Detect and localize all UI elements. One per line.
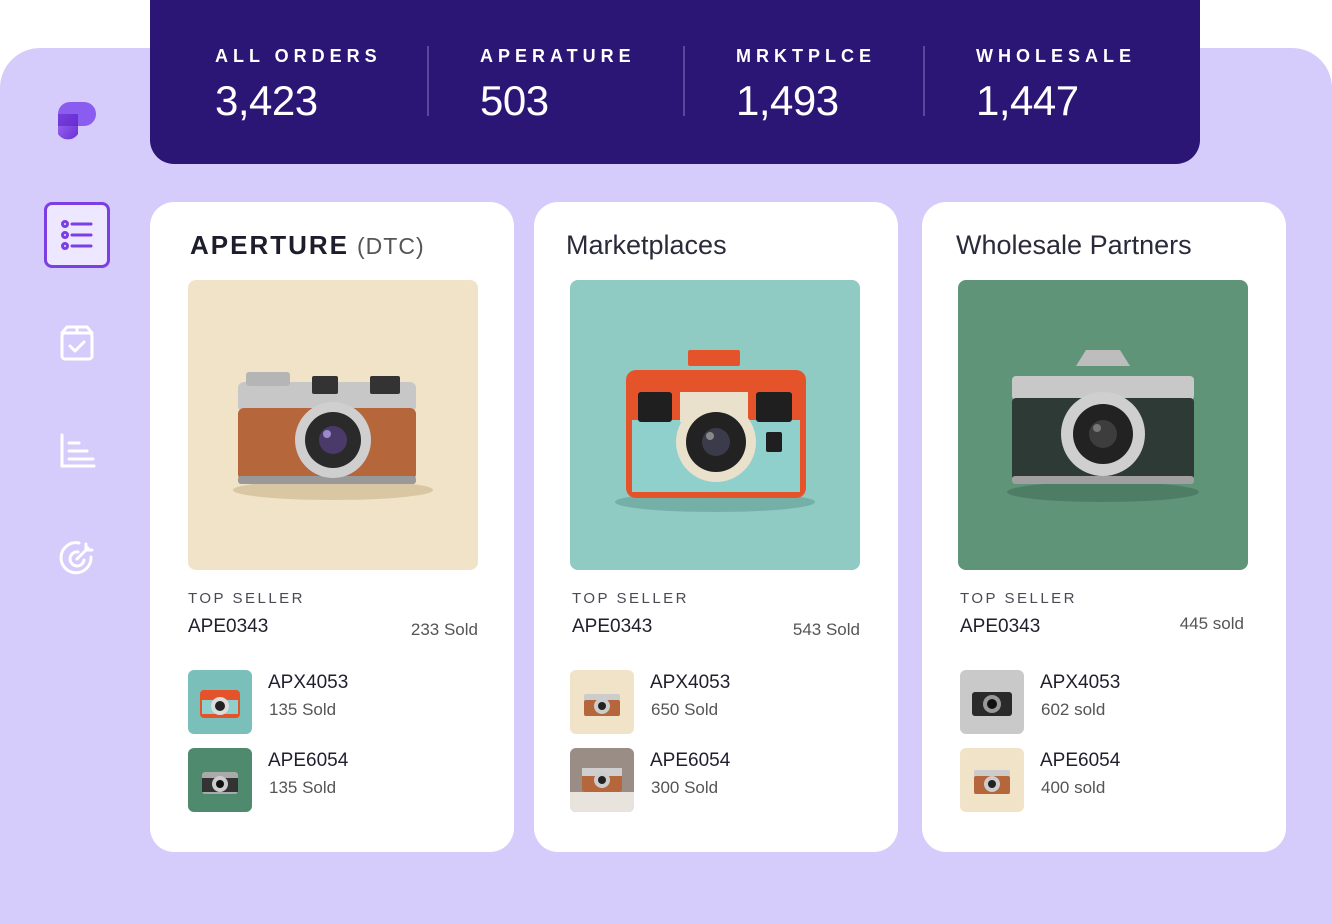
- channel-card-wholesale[interactable]: Wholesale Partners TOP SELLER APE0343 44…: [922, 202, 1286, 852]
- target-icon: [59, 541, 94, 575]
- product-sold: 650 Sold: [651, 700, 719, 719]
- list-icon: [61, 220, 93, 250]
- product-sold: 400 sold: [1041, 778, 1106, 797]
- channel-card-aperture[interactable]: APERTURE (DTC) TOP SELLER APE0343 233 Sol…: [150, 202, 514, 852]
- stat-label: WHOLESALE: [976, 46, 1136, 66]
- product-row[interactable]: APE6054 300 Sold: [570, 748, 860, 812]
- divider: [923, 46, 925, 116]
- product-code: APX4053: [650, 672, 731, 693]
- product-row[interactable]: APX4053 135 Sold: [188, 670, 478, 734]
- top-seller-code[interactable]: APE0343: [188, 616, 268, 638]
- stat-aperture[interactable]: APERATURE 503: [480, 46, 636, 125]
- product-row[interactable]: APX4053 650 Sold: [570, 670, 860, 734]
- product-image[interactable]: [958, 280, 1248, 570]
- nav-analytics[interactable]: [44, 418, 110, 484]
- package-check-icon: [60, 325, 94, 361]
- divider: [683, 46, 685, 116]
- camera-image: [570, 280, 860, 570]
- product-thumbnail: [570, 670, 634, 734]
- product-sold: 602 sold: [1041, 700, 1106, 719]
- product-row[interactable]: APE6054 400 sold: [960, 748, 1250, 812]
- channel-card-marketplaces[interactable]: Marketplaces TOP SELLER APE0343 543 Sold…: [534, 202, 898, 852]
- product-image[interactable]: [188, 280, 478, 570]
- product-thumbnail: [960, 748, 1024, 812]
- nav-fulfillment[interactable]: [44, 310, 110, 376]
- nav-orders[interactable]: [44, 202, 110, 268]
- top-seller-sold: 233 Sold: [410, 620, 478, 639]
- stat-value: 1,493: [736, 77, 839, 124]
- camera-image: [958, 280, 1248, 570]
- stat-value: 1,447: [976, 77, 1079, 124]
- stat-marketplace[interactable]: MRKTPLCE 1,493: [736, 46, 876, 125]
- product-row[interactable]: APX4053 602 sold: [960, 670, 1250, 734]
- product-code: APX4053: [1040, 672, 1121, 693]
- divider: [427, 46, 429, 116]
- top-seller-label: TOP SELLER: [960, 590, 1077, 607]
- product-thumbnail: [960, 670, 1024, 734]
- card-subtitle: (DTC): [357, 233, 425, 259]
- product-row[interactable]: APE6054 135 Sold: [188, 748, 478, 812]
- product-sold: 135 Sold: [269, 700, 337, 719]
- top-seller-code[interactable]: APE0343: [572, 616, 652, 638]
- card-title: APERTURE (DTC): [190, 230, 425, 261]
- stat-label: MRKTPLCE: [736, 46, 876, 66]
- top-seller-label: TOP SELLER: [188, 590, 305, 607]
- stat-wholesale[interactable]: WHOLESALE 1,447: [976, 46, 1136, 125]
- top-seller-label: TOP SELLER: [572, 590, 689, 607]
- nav-goals[interactable]: [44, 526, 110, 592]
- product-code: APE6054: [268, 750, 349, 771]
- product-image[interactable]: [570, 280, 860, 570]
- stat-label: APERATURE: [480, 46, 636, 66]
- app-logo-icon: [58, 102, 96, 140]
- bar-chart-icon: [60, 433, 96, 468]
- stat-all-orders[interactable]: ALL ORDERS 3,423: [215, 46, 382, 125]
- card-title: Marketplaces: [566, 230, 727, 260]
- product-thumbnail: [188, 748, 252, 812]
- product-thumbnail: [188, 670, 252, 734]
- top-seller-code[interactable]: APE0343: [960, 616, 1040, 638]
- camera-image: [188, 280, 478, 570]
- card-title: Wholesale Partners: [956, 230, 1192, 260]
- product-code: APE6054: [650, 750, 731, 771]
- stats-banner: ALL ORDERS 3,423 APERATURE 503 MRKTPLCE …: [150, 0, 1200, 164]
- brand-wordmark: APERTURE: [190, 230, 350, 260]
- product-sold: 135 Sold: [269, 778, 337, 797]
- top-seller-sold: 543 Sold: [792, 620, 860, 639]
- product-sold: 300 Sold: [651, 778, 719, 797]
- product-thumbnail: [570, 748, 634, 812]
- stat-label: ALL ORDERS: [215, 46, 382, 66]
- stat-value: 3,423: [215, 77, 318, 124]
- product-code: APX4053: [268, 672, 349, 693]
- stat-value: 503: [480, 77, 549, 124]
- product-code: APE6054: [1040, 750, 1121, 771]
- top-seller-sold: 445 sold: [1179, 614, 1244, 633]
